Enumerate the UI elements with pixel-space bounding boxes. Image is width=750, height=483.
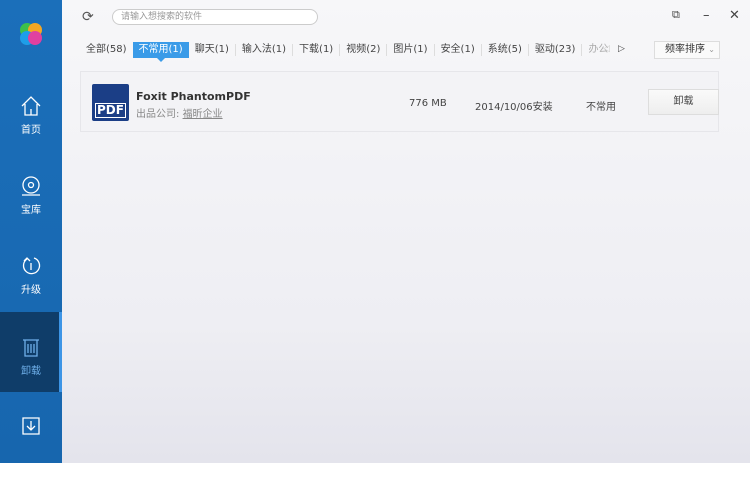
app-logo-icon — [20, 23, 42, 45]
app-install-date: 2014/10/06安装 — [475, 102, 553, 113]
refresh-icon[interactable]: ⟳ — [82, 9, 94, 25]
home-icon — [21, 96, 41, 116]
sidebar: 首页 宝库 升级 卸载 — [0, 0, 62, 463]
category-tabs: 全部(58) 不常用(1) 聊天(1) 输入法(1) 下载(1) 视频(2) 图… — [80, 41, 614, 62]
tab-security[interactable]: 安全(1) — [433, 44, 481, 56]
minimize-icon[interactable]: – — [703, 8, 710, 23]
scroll-left-icon[interactable]: ◁ — [603, 44, 610, 54]
tab-input-method[interactable]: 输入法(1) — [234, 44, 292, 56]
sidebar-item-treasury[interactable]: 宝库 — [0, 165, 62, 243]
sidebar-item-label: 卸载 — [21, 366, 41, 377]
sidebar-item-label: 升级 — [21, 285, 41, 296]
top-bar: ⟳ 请输入想搜索的软件 ⧉ – ✕ — [62, 0, 750, 34]
tab-video[interactable]: 视频(2) — [339, 44, 386, 56]
tab-all[interactable]: 全部(58) — [80, 44, 133, 56]
tab-chat[interactable]: 聊天(1) — [189, 44, 235, 56]
search-input[interactable]: 请输入想搜索的软件 — [112, 9, 318, 25]
icon-text: PDF — [95, 103, 126, 118]
upgrade-icon — [22, 257, 41, 275]
tab-image[interactable]: 图片(1) — [386, 44, 433, 56]
restore-icon[interactable]: ⧉ — [672, 8, 680, 22]
sidebar-item-download[interactable] — [0, 405, 62, 483]
main-panel: ⟳ 请输入想搜索的软件 ⧉ – ✕ 全部(58) 不常用(1) 聊天(1) 输入… — [62, 0, 750, 463]
tab-rarely-used[interactable]: 不常用(1) — [132, 42, 189, 62]
app-usage: 不常用 — [586, 102, 616, 113]
sidebar-item-uninstall[interactable]: 卸载 — [0, 312, 62, 392]
app-name: Foxit PhantomPDF — [136, 90, 251, 103]
app-company: 出品公司: 福昕企业 — [136, 105, 223, 120]
company-link[interactable]: 福昕企业 — [183, 109, 223, 120]
scroll-right-icon[interactable]: ▷ — [618, 44, 625, 54]
trash-icon — [23, 339, 39, 357]
download-icon — [22, 417, 40, 435]
chevron-down-icon: ⌄ — [708, 45, 715, 54]
company-label: 出品公司: — [136, 109, 180, 120]
close-icon[interactable]: ✕ — [729, 8, 740, 23]
sort-dropdown[interactable]: 频率排序 ⌄ — [654, 41, 720, 59]
app-size: 776 MB — [409, 98, 447, 109]
tab-driver[interactable]: 驱动(23) — [527, 44, 582, 56]
sidebar-item-label: 首页 — [21, 125, 41, 136]
sidebar-item-home[interactable]: 首页 — [0, 85, 62, 163]
disc-icon — [22, 176, 40, 196]
uninstall-button[interactable]: 卸载 — [648, 89, 719, 115]
tab-download[interactable]: 下载(1) — [292, 44, 339, 56]
app-row: PDF Foxit PhantomPDF 出品公司: 福昕企业 776 MB 2… — [80, 71, 719, 132]
tab-system[interactable]: 系统(5) — [480, 44, 528, 56]
sidebar-item-label: 宝库 — [21, 205, 41, 216]
foxit-pdf-icon: PDF — [92, 84, 129, 121]
sort-label: 频率排序 — [665, 44, 705, 55]
